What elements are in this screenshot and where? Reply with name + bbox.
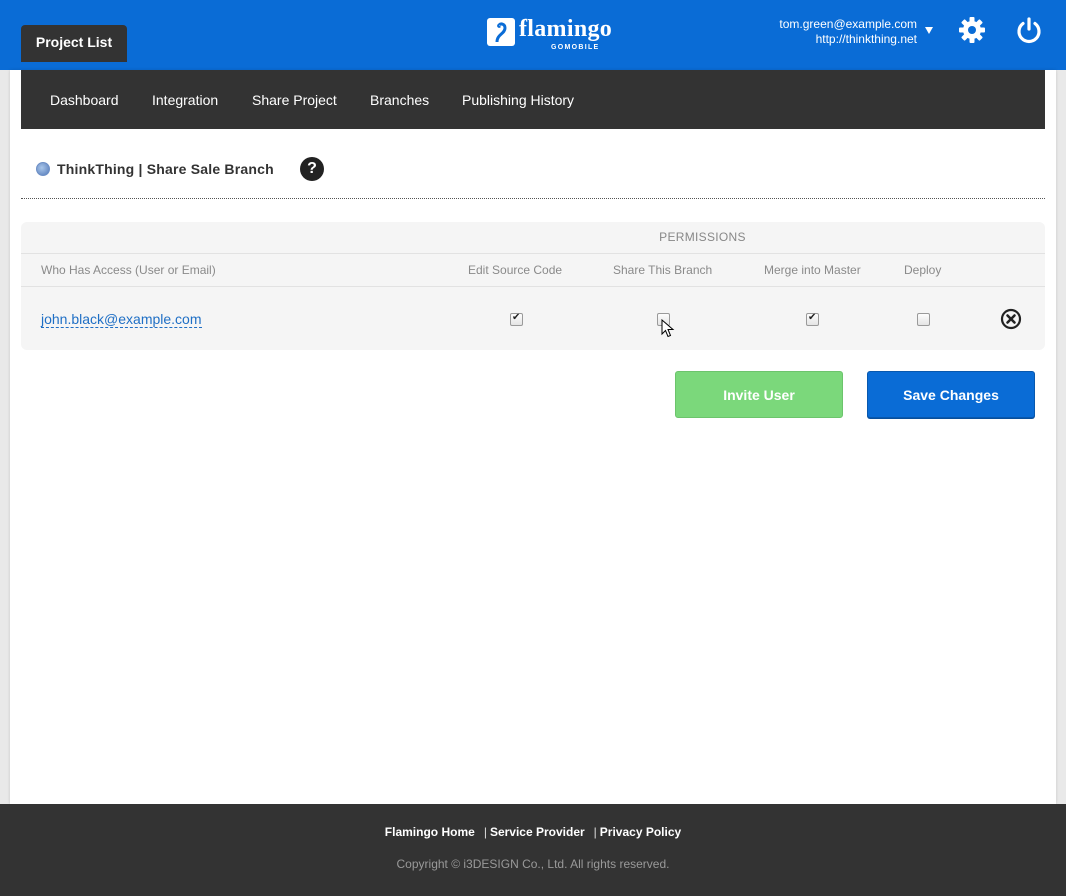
edit-source-code-checkbox[interactable] bbox=[510, 312, 523, 326]
power-icon[interactable] bbox=[1014, 15, 1044, 45]
top-bar: Project List flamingo GOMOBILE tom.green… bbox=[0, 0, 1066, 70]
remove-user-icon[interactable] bbox=[1000, 308, 1022, 330]
column-header-merge-into-master: Merge into Master bbox=[764, 263, 861, 277]
breadcrumb: ThinkThing | Share Sale Branch bbox=[36, 160, 274, 178]
separator: | bbox=[593, 825, 597, 839]
logo-subtext: GOMOBILE bbox=[551, 44, 600, 51]
flamingo-logo[interactable]: flamingo GOMOBILE bbox=[487, 16, 612, 54]
column-header-edit-source-code: Edit Source Code bbox=[468, 263, 563, 277]
caret-down-icon[interactable] bbox=[925, 27, 933, 34]
footer-link-flamingo-home[interactable]: Flamingo Home bbox=[385, 825, 475, 839]
permissions-table: PERMISSIONS Who Has Access (User or Emai… bbox=[21, 222, 1045, 350]
breadcrumb-title: ThinkThing | Share Sale Branch bbox=[57, 161, 274, 177]
column-header-deploy: Deploy bbox=[904, 263, 942, 277]
user-site: http://thinkthing.net bbox=[815, 32, 917, 46]
footer-link-privacy-policy[interactable]: Privacy Policy bbox=[600, 825, 681, 839]
user-email-link[interactable]: john.black@example.com bbox=[41, 311, 202, 328]
divider bbox=[21, 253, 1045, 254]
sub-navigation: Dashboard Integration Share Project Bran… bbox=[21, 70, 1045, 129]
user-account-info[interactable]: tom.green@example.com http://thinkthing.… bbox=[779, 17, 917, 47]
project-list-tab[interactable]: Project List bbox=[21, 25, 127, 62]
permissions-title: PERMISSIONS bbox=[659, 230, 746, 244]
divider bbox=[21, 198, 1045, 199]
save-changes-button[interactable]: Save Changes bbox=[867, 371, 1035, 418]
user-email: tom.green@example.com bbox=[779, 17, 917, 31]
deploy-checkbox[interactable] bbox=[917, 313, 930, 326]
footer-link-service-provider[interactable]: Service Provider bbox=[490, 825, 585, 839]
page-content: Dashboard Integration Share Project Bran… bbox=[10, 70, 1056, 804]
nav-share-project[interactable]: Share Project bbox=[252, 70, 337, 129]
column-header-user: Who Has Access (User or Email) bbox=[41, 263, 216, 277]
nav-branches[interactable]: Branches bbox=[370, 70, 429, 129]
gear-icon[interactable] bbox=[957, 15, 987, 45]
footer: Flamingo Home | Service Provider | Privacy P… bbox=[0, 804, 1066, 896]
nav-integration[interactable]: Integration bbox=[152, 70, 218, 129]
footer-links: Flamingo Home | Service Provider | Privacy P… bbox=[0, 825, 1066, 839]
invite-user-button[interactable]: Invite User bbox=[675, 371, 843, 418]
logo-text: flamingo bbox=[519, 16, 613, 42]
separator: | bbox=[483, 825, 487, 839]
merge-into-master-checkbox[interactable] bbox=[806, 312, 819, 326]
mouse-cursor-icon bbox=[661, 318, 675, 344]
divider bbox=[21, 286, 1045, 287]
nav-publishing-history[interactable]: Publishing History bbox=[462, 70, 574, 129]
copyright: Copyright © i3DESIGN Co., Ltd. All right… bbox=[396, 857, 670, 871]
nav-dashboard[interactable]: Dashboard bbox=[50, 70, 119, 129]
flamingo-logo-icon bbox=[487, 18, 515, 46]
globe-icon bbox=[36, 162, 50, 176]
column-header-share-this-branch: Share This Branch bbox=[613, 263, 713, 277]
help-icon[interactable]: ? bbox=[300, 157, 324, 181]
